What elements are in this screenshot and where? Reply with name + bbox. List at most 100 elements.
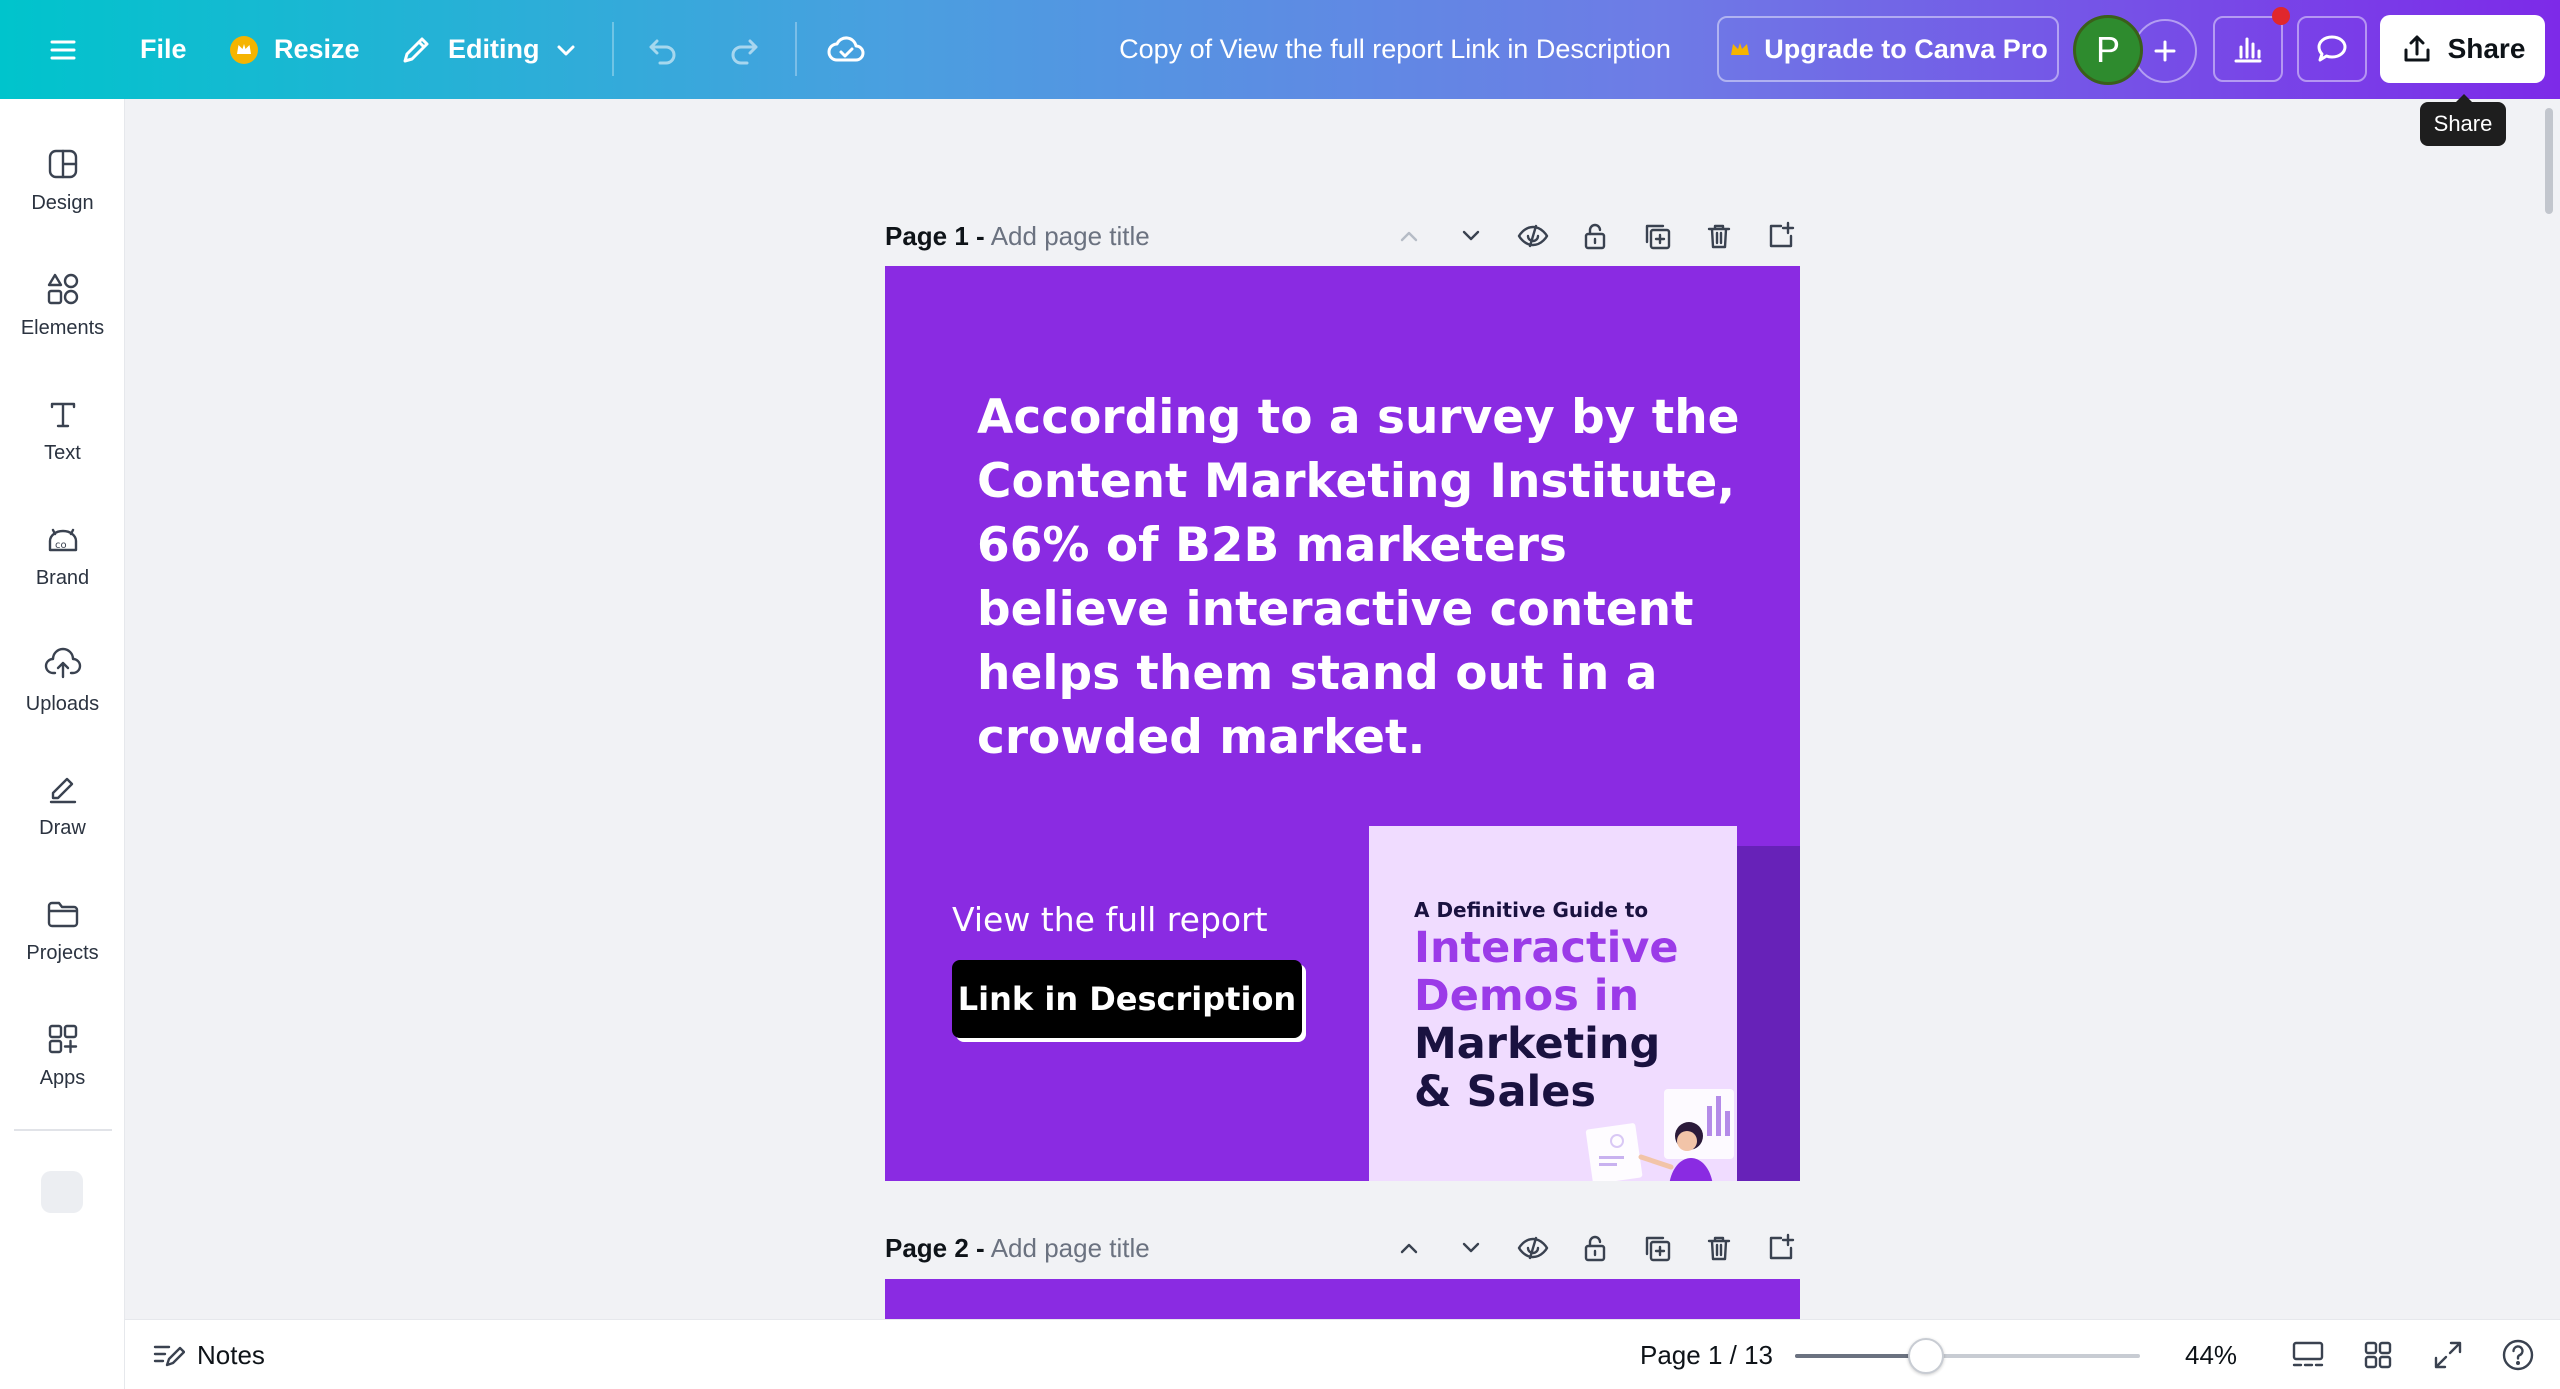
draw-icon — [49, 777, 76, 803]
duplicate-page-button[interactable] — [1638, 217, 1676, 255]
trash-icon — [1707, 1236, 1731, 1261]
chevron-up-icon — [1400, 231, 1418, 242]
duplicate-icon — [1645, 224, 1671, 250]
undo-button[interactable] — [645, 0, 681, 99]
report-cover-image[interactable]: A Definitive Guide to Interactive Demos … — [1369, 826, 1737, 1181]
chevron-down-icon — [1462, 1242, 1480, 1253]
insights-button[interactable] — [2213, 16, 2283, 82]
sidebar-item-label: Brand — [35, 566, 90, 589]
cloud-upload-icon — [44, 647, 81, 678]
help-icon — [2502, 1339, 2534, 1371]
save-status-button[interactable] — [826, 0, 866, 99]
design-page-2[interactable] — [885, 1279, 1800, 1319]
editing-mode-dropdown[interactable]: Editing — [398, 0, 579, 99]
expand-icon — [2434, 1341, 2462, 1369]
page-thumbnails-icon — [2292, 1341, 2324, 1367]
share-label: Share — [2447, 33, 2526, 64]
sidebar-item-label: Uploads — [25, 692, 100, 715]
user-avatar[interactable]: P — [2073, 15, 2143, 85]
zoom-slider-handle[interactable] — [1908, 1338, 1944, 1374]
sidebar-item-projects[interactable]: Projects — [0, 875, 125, 985]
sidebar-item-label: Apps — [39, 1066, 86, 1089]
svg-text:co: co — [55, 540, 67, 551]
scrollbar-thumb[interactable] — [2545, 108, 2553, 214]
bar-chart-icon — [2234, 37, 2262, 63]
zoom-level-button[interactable]: 44% — [2185, 1320, 2237, 1389]
grid-view-button[interactable] — [2360, 1337, 2396, 1373]
page-count-button[interactable]: Page 1 / 13 — [1640, 1320, 1773, 1389]
sidebar-item-draw[interactable]: Draw — [0, 750, 125, 860]
hide-page-button[interactable] — [1514, 1229, 1552, 1267]
delete-page-button[interactable] — [1700, 217, 1738, 255]
share-tooltip: Share — [2420, 94, 2506, 146]
page-title-input[interactable]: Add page title — [991, 1233, 1150, 1264]
duplicate-page-button[interactable] — [1638, 1229, 1676, 1267]
lock-page-button[interactable] — [1576, 217, 1614, 255]
zoom-slider-track[interactable] — [1795, 1354, 2140, 1358]
add-page-icon — [1769, 1233, 1795, 1260]
move-page-up-button[interactable] — [1390, 217, 1428, 255]
sidebar-item-text[interactable]: Text — [0, 375, 125, 485]
editing-mode-label: Editing — [448, 34, 540, 64]
file-menu-label: File — [140, 34, 187, 64]
page-title-input[interactable]: Add page title — [991, 221, 1150, 252]
design-page-1[interactable]: According to a survey by the Content Mar… — [885, 266, 1800, 1181]
sidebar-item-elements[interactable]: Elements — [0, 250, 125, 360]
upgrade-label: Upgrade to Canva Pro — [1764, 33, 2048, 64]
resize-label: Resize — [274, 34, 360, 64]
help-button[interactable] — [2500, 1337, 2536, 1373]
cloud-check-icon — [827, 35, 865, 61]
move-page-up-button[interactable] — [1390, 1229, 1428, 1267]
sidebar-item-uploads[interactable]: Uploads — [0, 625, 125, 735]
main-menu-button[interactable] — [46, 0, 80, 99]
add-page-icon — [1769, 221, 1795, 248]
cover-title-line: Interactive — [1414, 923, 1679, 973]
crown-icon — [230, 35, 258, 64]
sidebar-item-brand[interactable]: co Brand — [0, 500, 125, 610]
notification-dot — [2272, 7, 2290, 25]
vertical-scrollbar[interactable] — [2540, 99, 2560, 1319]
add-page-button[interactable] — [1762, 217, 1800, 255]
sidebar-item-label: Text — [44, 441, 81, 464]
left-sidebar: Design Elements Text co Brand Uploads Dr… — [0, 99, 125, 1389]
comments-button[interactable] — [2297, 16, 2367, 82]
sidebar-item-label: Projects — [26, 941, 99, 964]
delete-page-button[interactable] — [1700, 1229, 1738, 1267]
folder-icon — [47, 901, 78, 927]
upgrade-to-pro-button[interactable]: Upgrade to Canva Pro — [1717, 16, 2059, 82]
sidebar-item-apps[interactable]: Apps — [0, 1000, 125, 1110]
comment-icon — [2317, 35, 2347, 62]
cover-title-line: Demos in — [1414, 971, 1640, 1021]
sidebar-app-placeholder[interactable] — [41, 1171, 83, 1213]
resize-button[interactable]: Resize — [228, 0, 360, 99]
toolbar-divider — [612, 22, 614, 76]
share-button[interactable]: Share — [2380, 15, 2545, 83]
move-page-down-button[interactable] — [1452, 1229, 1490, 1267]
view-report-text[interactable]: View the full report — [952, 900, 1268, 939]
bottom-bar: Notes Page 1 / 13 44% — [125, 1319, 2560, 1389]
link-in-description-element[interactable]: Link in Description — [952, 960, 1302, 1038]
notes-button[interactable]: Notes — [151, 1320, 265, 1389]
page-2-header: Page 2 - Add page title — [885, 1223, 1800, 1273]
page-tools — [1390, 1223, 1800, 1273]
thumbnail-view-button[interactable] — [2290, 1337, 2326, 1373]
redo-icon — [731, 39, 758, 64]
headline-text[interactable]: According to a survey by the Content Mar… — [977, 386, 1757, 770]
move-page-down-button[interactable] — [1452, 217, 1490, 255]
sidebar-item-design[interactable]: Design — [0, 125, 125, 235]
grid-icon — [2364, 1341, 2392, 1369]
lock-page-button[interactable] — [1576, 1229, 1614, 1267]
page-tools — [1390, 211, 1800, 261]
fullscreen-button[interactable] — [2430, 1337, 2466, 1373]
hide-page-button[interactable] — [1514, 217, 1552, 255]
add-page-button[interactable] — [1762, 1229, 1800, 1267]
eye-hidden-icon — [1517, 224, 1549, 248]
trash-icon — [1707, 224, 1731, 249]
document-title[interactable]: Copy of View the full report Link in Des… — [1000, 0, 1790, 99]
hamburger-menu-icon — [50, 40, 76, 59]
crown-icon — [1731, 43, 1750, 55]
file-menu-button[interactable]: File — [140, 0, 187, 99]
cover-title-line: Marketing — [1414, 1019, 1661, 1069]
redo-button[interactable] — [726, 0, 762, 99]
text-icon — [50, 402, 75, 427]
